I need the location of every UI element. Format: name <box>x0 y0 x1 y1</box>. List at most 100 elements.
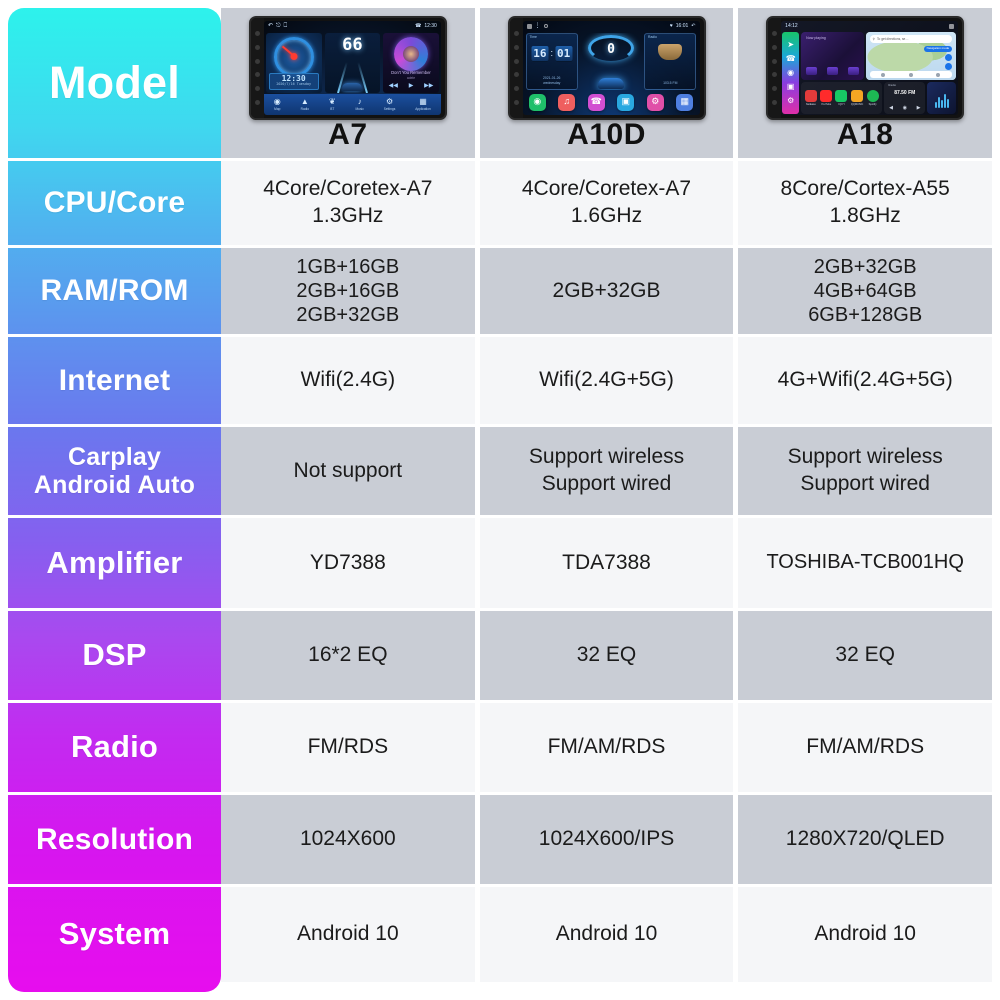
cell-text: 1024X600 <box>299 827 396 851</box>
media-title-a18: Now playing <box>806 36 826 40</box>
status-right-a10d: ♥ 16:01 ↶ <box>670 23 696 29</box>
app-label-qqmusic: QQMUSIC <box>850 102 864 106</box>
date-value-a10d: 2021-01-26 <box>543 76 561 81</box>
cell-cpu-a7: 4Core/Coretex-A7 1.3GHz <box>221 161 480 245</box>
cell-carplay-a18: Support wireless Support wired <box>738 427 993 515</box>
menu-icon: ⋮ <box>534 22 541 29</box>
status-right-a18 <box>949 24 955 29</box>
dock-label-map: Map <box>274 107 281 112</box>
phone-icon: ☎ <box>785 54 796 63</box>
eq-bar-icon <box>934 102 937 108</box>
music-controls-a7: ◀◀ ▶ ▶▶ <box>383 83 439 91</box>
app-label-youtube: YouTube <box>821 102 832 106</box>
cell-cpu-a10d: 4Core/Coretex-A7 1.6GHz <box>479 161 739 245</box>
model-name-a7: A7 <box>328 118 368 151</box>
app-shortcut-netease: NetEase <box>804 89 817 106</box>
map-pin-icon: ◉ <box>528 93 546 111</box>
device-image-a7: ↶ ⎋ ⎕ ☎ 12:30 12:30 2020/7/16 Tuesday 66… <box>248 16 447 120</box>
app-dock-a7: ◉ Map ▲ Radio ❦ BT ♪ Music ⚙ Settings ▦ … <box>263 94 441 115</box>
map-nav-icon <box>881 72 886 77</box>
recents-icon: ⎕ <box>283 22 288 29</box>
radio-icon: ▲ <box>300 97 309 107</box>
cell-system-a18: Android 10 <box>738 887 993 982</box>
dock-item-application: ▦ Application <box>415 98 431 112</box>
row-label-resolution: Resolution <box>8 795 221 887</box>
cell-text: 1GB+16GB <box>296 256 400 278</box>
app-label-spotify: Spotify <box>868 102 877 106</box>
dock-item-radio: ▲ Radio <box>300 97 309 112</box>
cell-text: Not support <box>293 458 403 482</box>
app-shortcuts-a18: NetEase YouTube IQIYI QQMUSIC Spotify <box>801 82 883 114</box>
map-search-text: To get directions, se… <box>876 36 909 41</box>
model-name-a10d: A10D <box>567 118 646 151</box>
track-artist-a7: adele <box>406 75 416 80</box>
dock-item-bt: ❦ BT <box>329 98 336 112</box>
status-right-a7: ☎ 12:30 <box>415 23 437 29</box>
cell-system-a7: Android 10 <box>221 887 480 982</box>
map-mode-pill[interactable]: Navigation mode <box>923 46 953 52</box>
flip-clock-separator: : <box>550 48 553 59</box>
cell-text: 32 EQ <box>576 643 637 667</box>
cell-text: FM/AM/RDS <box>547 735 666 759</box>
row-label-radio: Radio <box>8 703 221 795</box>
weekday-value-a10d: wednesday <box>543 80 561 85</box>
cell-text: 4GB+64GB <box>813 280 917 302</box>
cell-internet-a10d: Wifi(2.4G+5G) <box>479 337 739 424</box>
device-bezel-buttons-a10d <box>509 18 523 118</box>
status-left-a18: 14:12 <box>785 23 798 29</box>
cell-text: 2GB+32GB <box>552 278 661 302</box>
model-cell-a18: 14:12 ➤ ☎ ◉ ▣ ⚙ Now playing ⚲ To get dir… <box>738 8 993 158</box>
radio-controls-a18: ◀ ◉ ▶ <box>884 105 925 111</box>
cell-amplifier-a10d: TDA7388 <box>479 518 739 608</box>
radio-widget-a10d: Radio 103.5 FM <box>644 33 697 90</box>
cell-ram-a7: 1GB+16GB 2GB+16GB 2GB+32GB <box>221 248 480 334</box>
dock-label-application: Application <box>415 107 431 112</box>
cell-amplifier-a7: YD7388 <box>221 518 480 608</box>
row-label-carplay-android-auto: Carplay Android Auto <box>8 427 221 518</box>
flip-clock-minutes: 01 <box>554 46 573 63</box>
status-clock-a7: 12:30 <box>424 23 437 30</box>
status-bar-a18: 14:12 <box>781 21 958 32</box>
map-bottom-bar <box>869 71 953 78</box>
camera-icon: ▣ <box>786 82 795 91</box>
clock-date-a7: 2020/7/16 Tuesday <box>276 82 312 87</box>
cell-internet-a18: 4G+Wifi(2.4G+5G) <box>738 337 993 424</box>
cell-internet-a7: Wifi(2.4G) <box>221 337 480 424</box>
cell-amplifier-a18: TOSHIBA-TCB001HQ <box>738 518 993 608</box>
cell-ram-a10d: 2GB+32GB <box>479 248 739 334</box>
prev-icon: ◀◀ <box>388 83 398 90</box>
model-header-row: ↶ ⎋ ⎕ ☎ 12:30 12:30 2020/7/16 Tuesday 66… <box>221 8 993 161</box>
heart-icon: ♥ <box>669 23 673 30</box>
cell-text: TOSHIBA-TCB001HQ <box>766 551 964 574</box>
map-search-bar[interactable]: ⚲ To get directions, se… <box>869 35 953 43</box>
model-cell-a10d: ⋮ ♥ 16:01 ↶ Time 16: 01 2021-01-26 wedn… <box>479 8 739 158</box>
spec-data-area: ↶ ⎋ ⎕ ☎ 12:30 12:30 2020/7/16 Tuesday 66… <box>221 8 993 992</box>
layers-icon[interactable] <box>945 63 953 70</box>
table-row-resolution: 1024X600 1024X600/IPS 1280X720/QLED <box>221 795 993 887</box>
nav-buttons-a7: ↶ ⎋ ⎕ <box>268 23 287 31</box>
cell-text: FM/AM/RDS <box>806 735 925 759</box>
back-icon: ↶ <box>267 22 273 29</box>
device-image-a18: 14:12 ➤ ☎ ◉ ▣ ⚙ Now playing ⚲ To get dir… <box>766 16 965 120</box>
cell-text: 2GB+16GB <box>296 280 400 302</box>
cell-cpu-a18: 8Core/Cortex-A55 1.8GHz <box>738 161 993 245</box>
dock-item-music: ♪ Music <box>356 98 364 112</box>
device-screen-a10d: ⋮ ♥ 16:01 ↶ Time 16: 01 2021-01-26 wedn… <box>522 21 700 115</box>
cell-resolution-a18: 1280X720/QLED <box>738 795 993 884</box>
cell-text: 4Core/Coretex-A7 <box>521 177 692 201</box>
dock-label-settings: Settings <box>383 107 396 112</box>
bluetooth-status-icon <box>543 24 548 29</box>
device-screen-a7: ↶ ⎋ ⎕ ☎ 12:30 12:30 2020/7/16 Tuesday 66… <box>263 21 441 115</box>
music-icon: ◉ <box>787 68 795 77</box>
cell-text: 2GB+32GB <box>296 304 400 326</box>
cell-text: 16*2 EQ <box>308 643 388 667</box>
status-bar-a10d: ⋮ ♥ 16:01 ↶ <box>523 21 700 32</box>
map-action-buttons[interactable] <box>945 54 953 70</box>
clock-widget-a10d: Time 16 : 01 2021-01-26 wednesday <box>525 33 578 90</box>
flip-clock-a10d: 16 : 01 <box>531 46 573 63</box>
clock-widget-caption: Time <box>529 35 537 39</box>
cell-text: 2GB+32GB <box>813 256 917 278</box>
locate-icon[interactable] <box>945 54 953 61</box>
status-clock-a18: 14:12 <box>785 23 798 30</box>
cell-system-a10d: Android 10 <box>479 887 739 982</box>
